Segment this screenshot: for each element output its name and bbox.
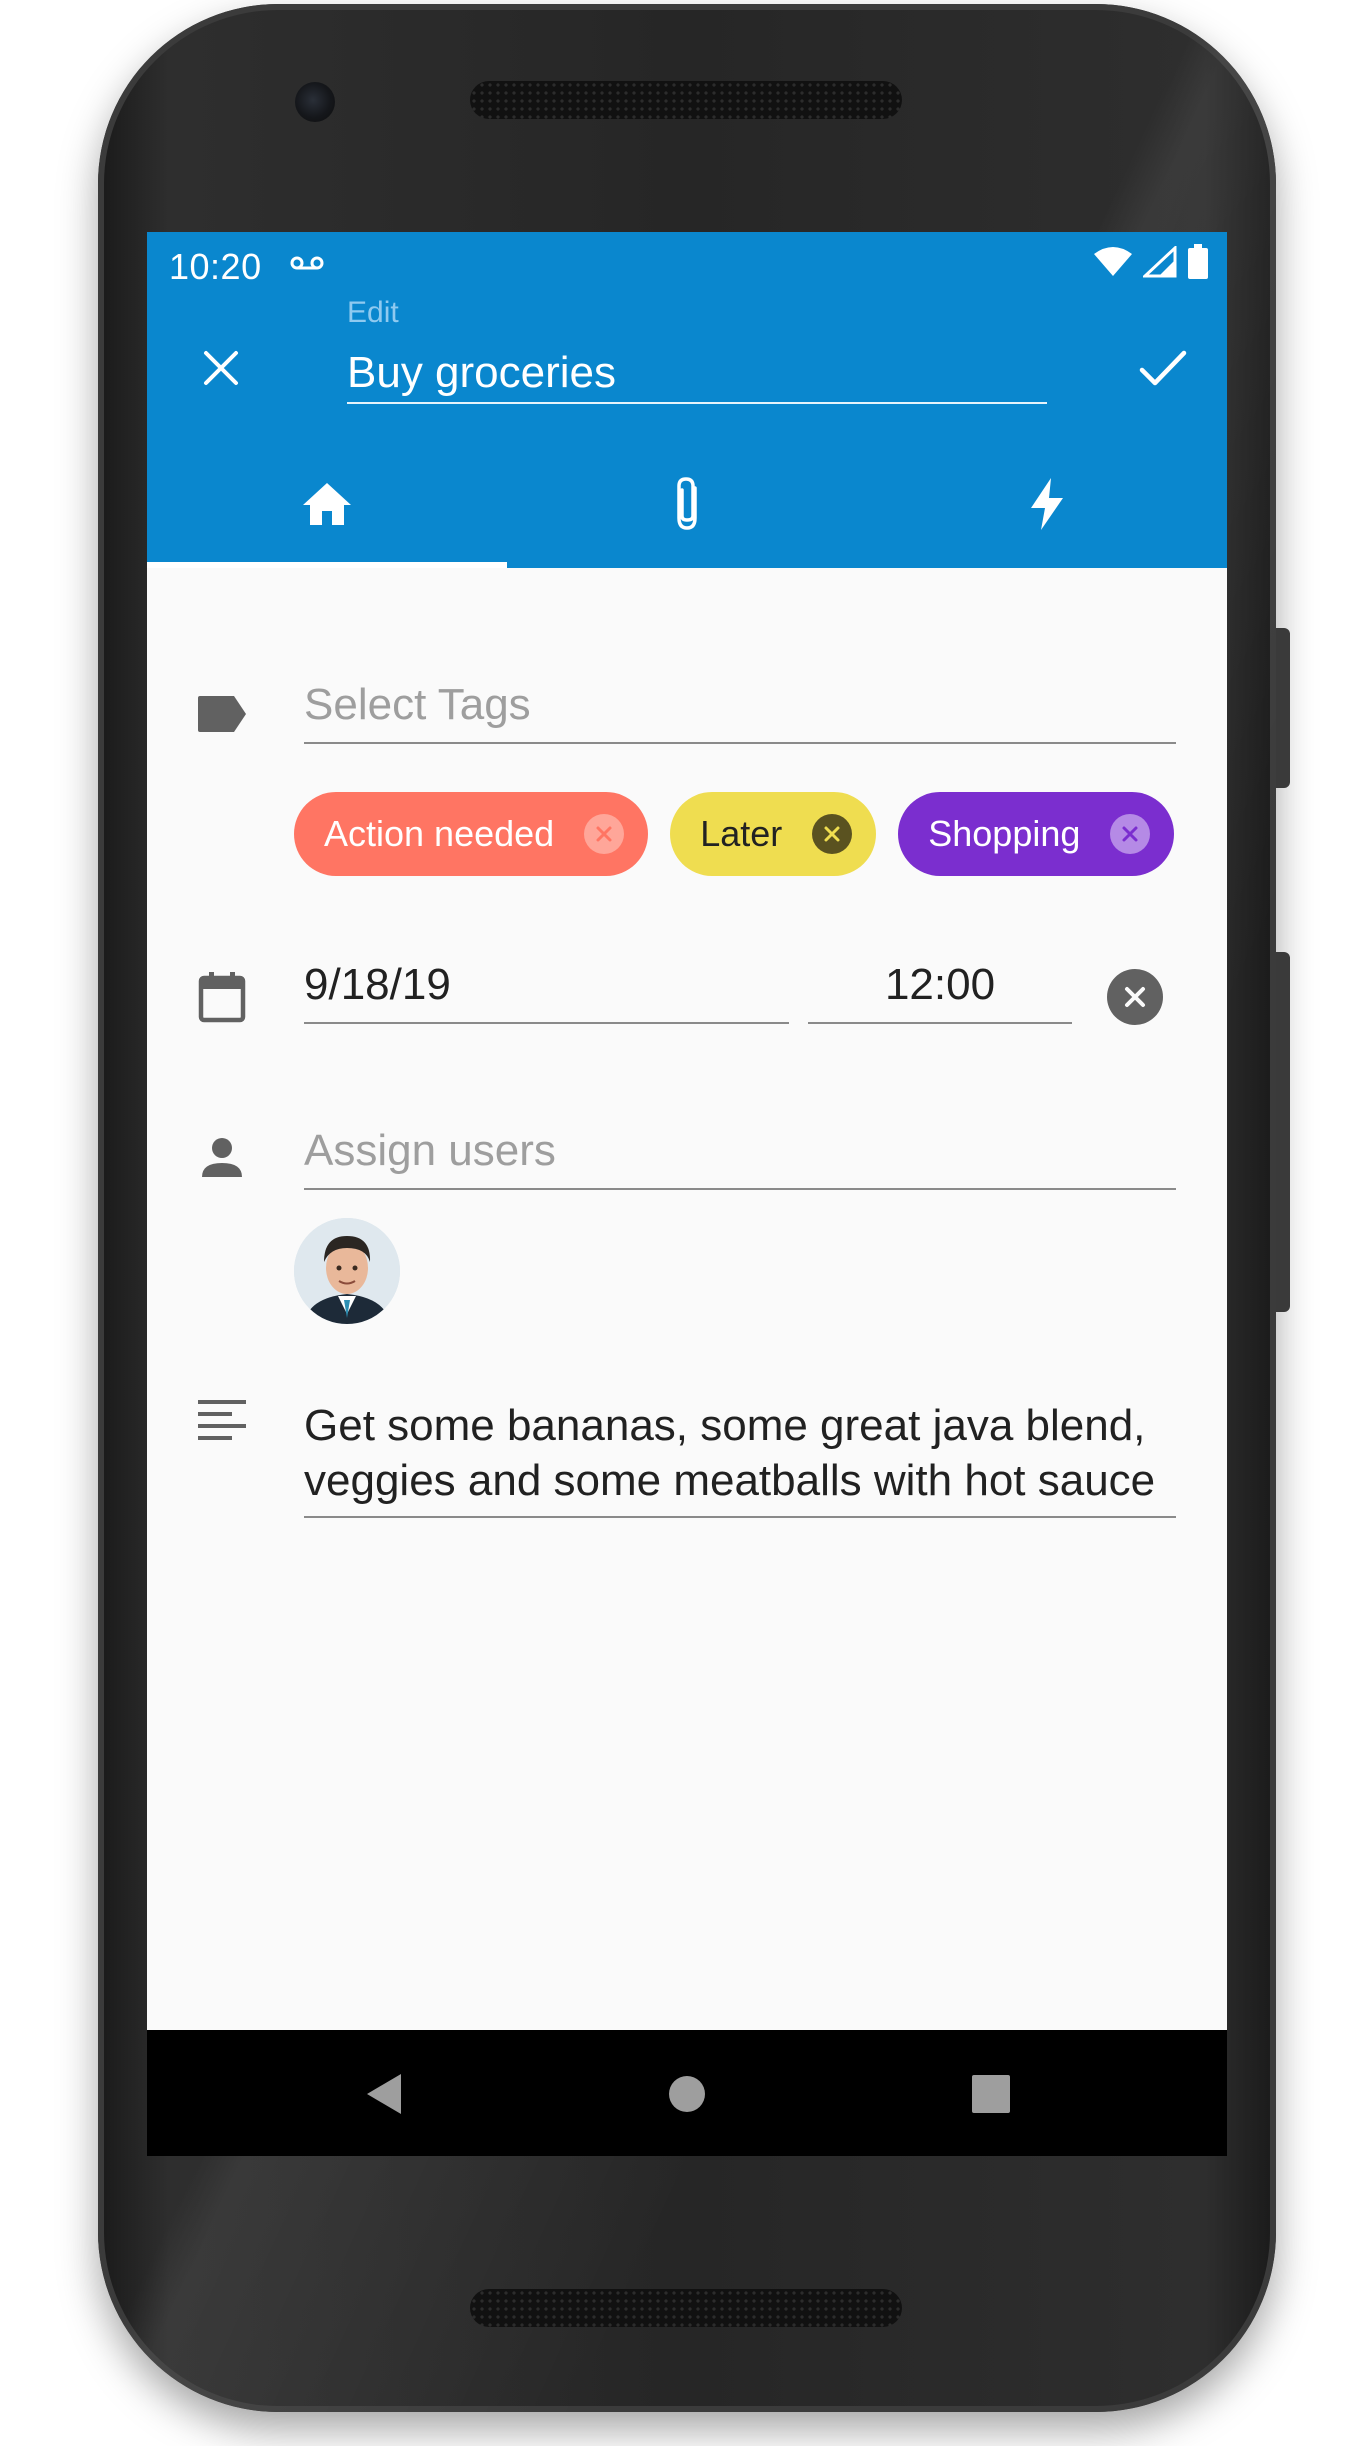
recents-button[interactable] bbox=[963, 2066, 1019, 2122]
clear-circle-icon bbox=[1125, 987, 1145, 1007]
tab-attachments[interactable] bbox=[507, 440, 867, 568]
paperclip-icon bbox=[677, 477, 697, 530]
home-circle-icon bbox=[669, 2076, 705, 2112]
tag-chip-action-needed[interactable]: Action needed bbox=[294, 792, 649, 876]
tag-chip-later[interactable]: Later bbox=[670, 792, 877, 876]
time-input[interactable]: 12:00 bbox=[808, 952, 1072, 1024]
tag-chip-label: Later bbox=[700, 813, 783, 854]
avatar[interactable] bbox=[294, 1218, 400, 1324]
wifi-icon bbox=[1093, 246, 1133, 283]
tag-chips: Action needed Later Shopping bbox=[294, 792, 1175, 876]
check-icon bbox=[1139, 350, 1187, 386]
back-button[interactable] bbox=[357, 2066, 413, 2122]
earpiece-speaker bbox=[470, 81, 902, 119]
clear-date-button[interactable] bbox=[1107, 969, 1163, 1025]
home-icon bbox=[303, 483, 351, 525]
label-icon bbox=[195, 687, 249, 741]
front-camera bbox=[295, 82, 335, 122]
select-tags-input[interactable]: Select Tags bbox=[304, 680, 1176, 744]
voicemail-icon bbox=[289, 247, 325, 281]
tab-details[interactable] bbox=[147, 440, 507, 568]
battery-icon bbox=[1187, 244, 1209, 285]
date-input[interactable]: 9/18/19 bbox=[304, 952, 789, 1024]
close-icon bbox=[204, 351, 238, 385]
notes-icon bbox=[195, 1394, 249, 1448]
remove-tag-icon[interactable] bbox=[584, 814, 625, 854]
app-bar: 10:20 Edit Buy groceries bbox=[147, 232, 1227, 568]
title-input[interactable]: Buy groceries bbox=[347, 344, 1047, 404]
remove-tag-icon[interactable] bbox=[1110, 814, 1151, 854]
tag-chip-label: Shopping bbox=[928, 813, 1081, 854]
status-icons bbox=[1093, 244, 1209, 285]
signal-icon bbox=[1141, 244, 1177, 283]
tab-actions[interactable] bbox=[867, 440, 1227, 568]
save-button[interactable] bbox=[1131, 338, 1195, 398]
assign-users-input[interactable]: Assign users bbox=[304, 1126, 1176, 1190]
back-icon bbox=[367, 2074, 401, 2114]
lightning-icon bbox=[1031, 478, 1063, 530]
remove-tag-icon[interactable] bbox=[812, 814, 853, 854]
status-bar: 10:20 bbox=[147, 232, 1227, 296]
tag-chip-shopping[interactable]: Shopping bbox=[898, 792, 1175, 876]
power-button bbox=[1276, 628, 1290, 788]
volume-button bbox=[1276, 952, 1290, 1312]
close-button[interactable] bbox=[191, 338, 251, 398]
status-time: 10:20 bbox=[169, 246, 262, 287]
calendar-icon bbox=[195, 970, 249, 1024]
notes-input[interactable]: Get some bananas, some great java blend,… bbox=[304, 1398, 1176, 1518]
tab-indicator bbox=[147, 562, 507, 568]
home-button[interactable] bbox=[659, 2066, 715, 2122]
screen: 10:20 Edit Buy groceries Select Tags Act… bbox=[147, 232, 1227, 2156]
tab-bar bbox=[147, 440, 1227, 568]
edit-label: Edit bbox=[347, 296, 399, 329]
recents-icon bbox=[972, 2075, 1010, 2113]
navigation-bar bbox=[147, 2030, 1227, 2156]
tag-chip-label: Action needed bbox=[324, 813, 555, 854]
person-icon bbox=[195, 1130, 249, 1184]
bottom-speaker bbox=[470, 2289, 902, 2327]
